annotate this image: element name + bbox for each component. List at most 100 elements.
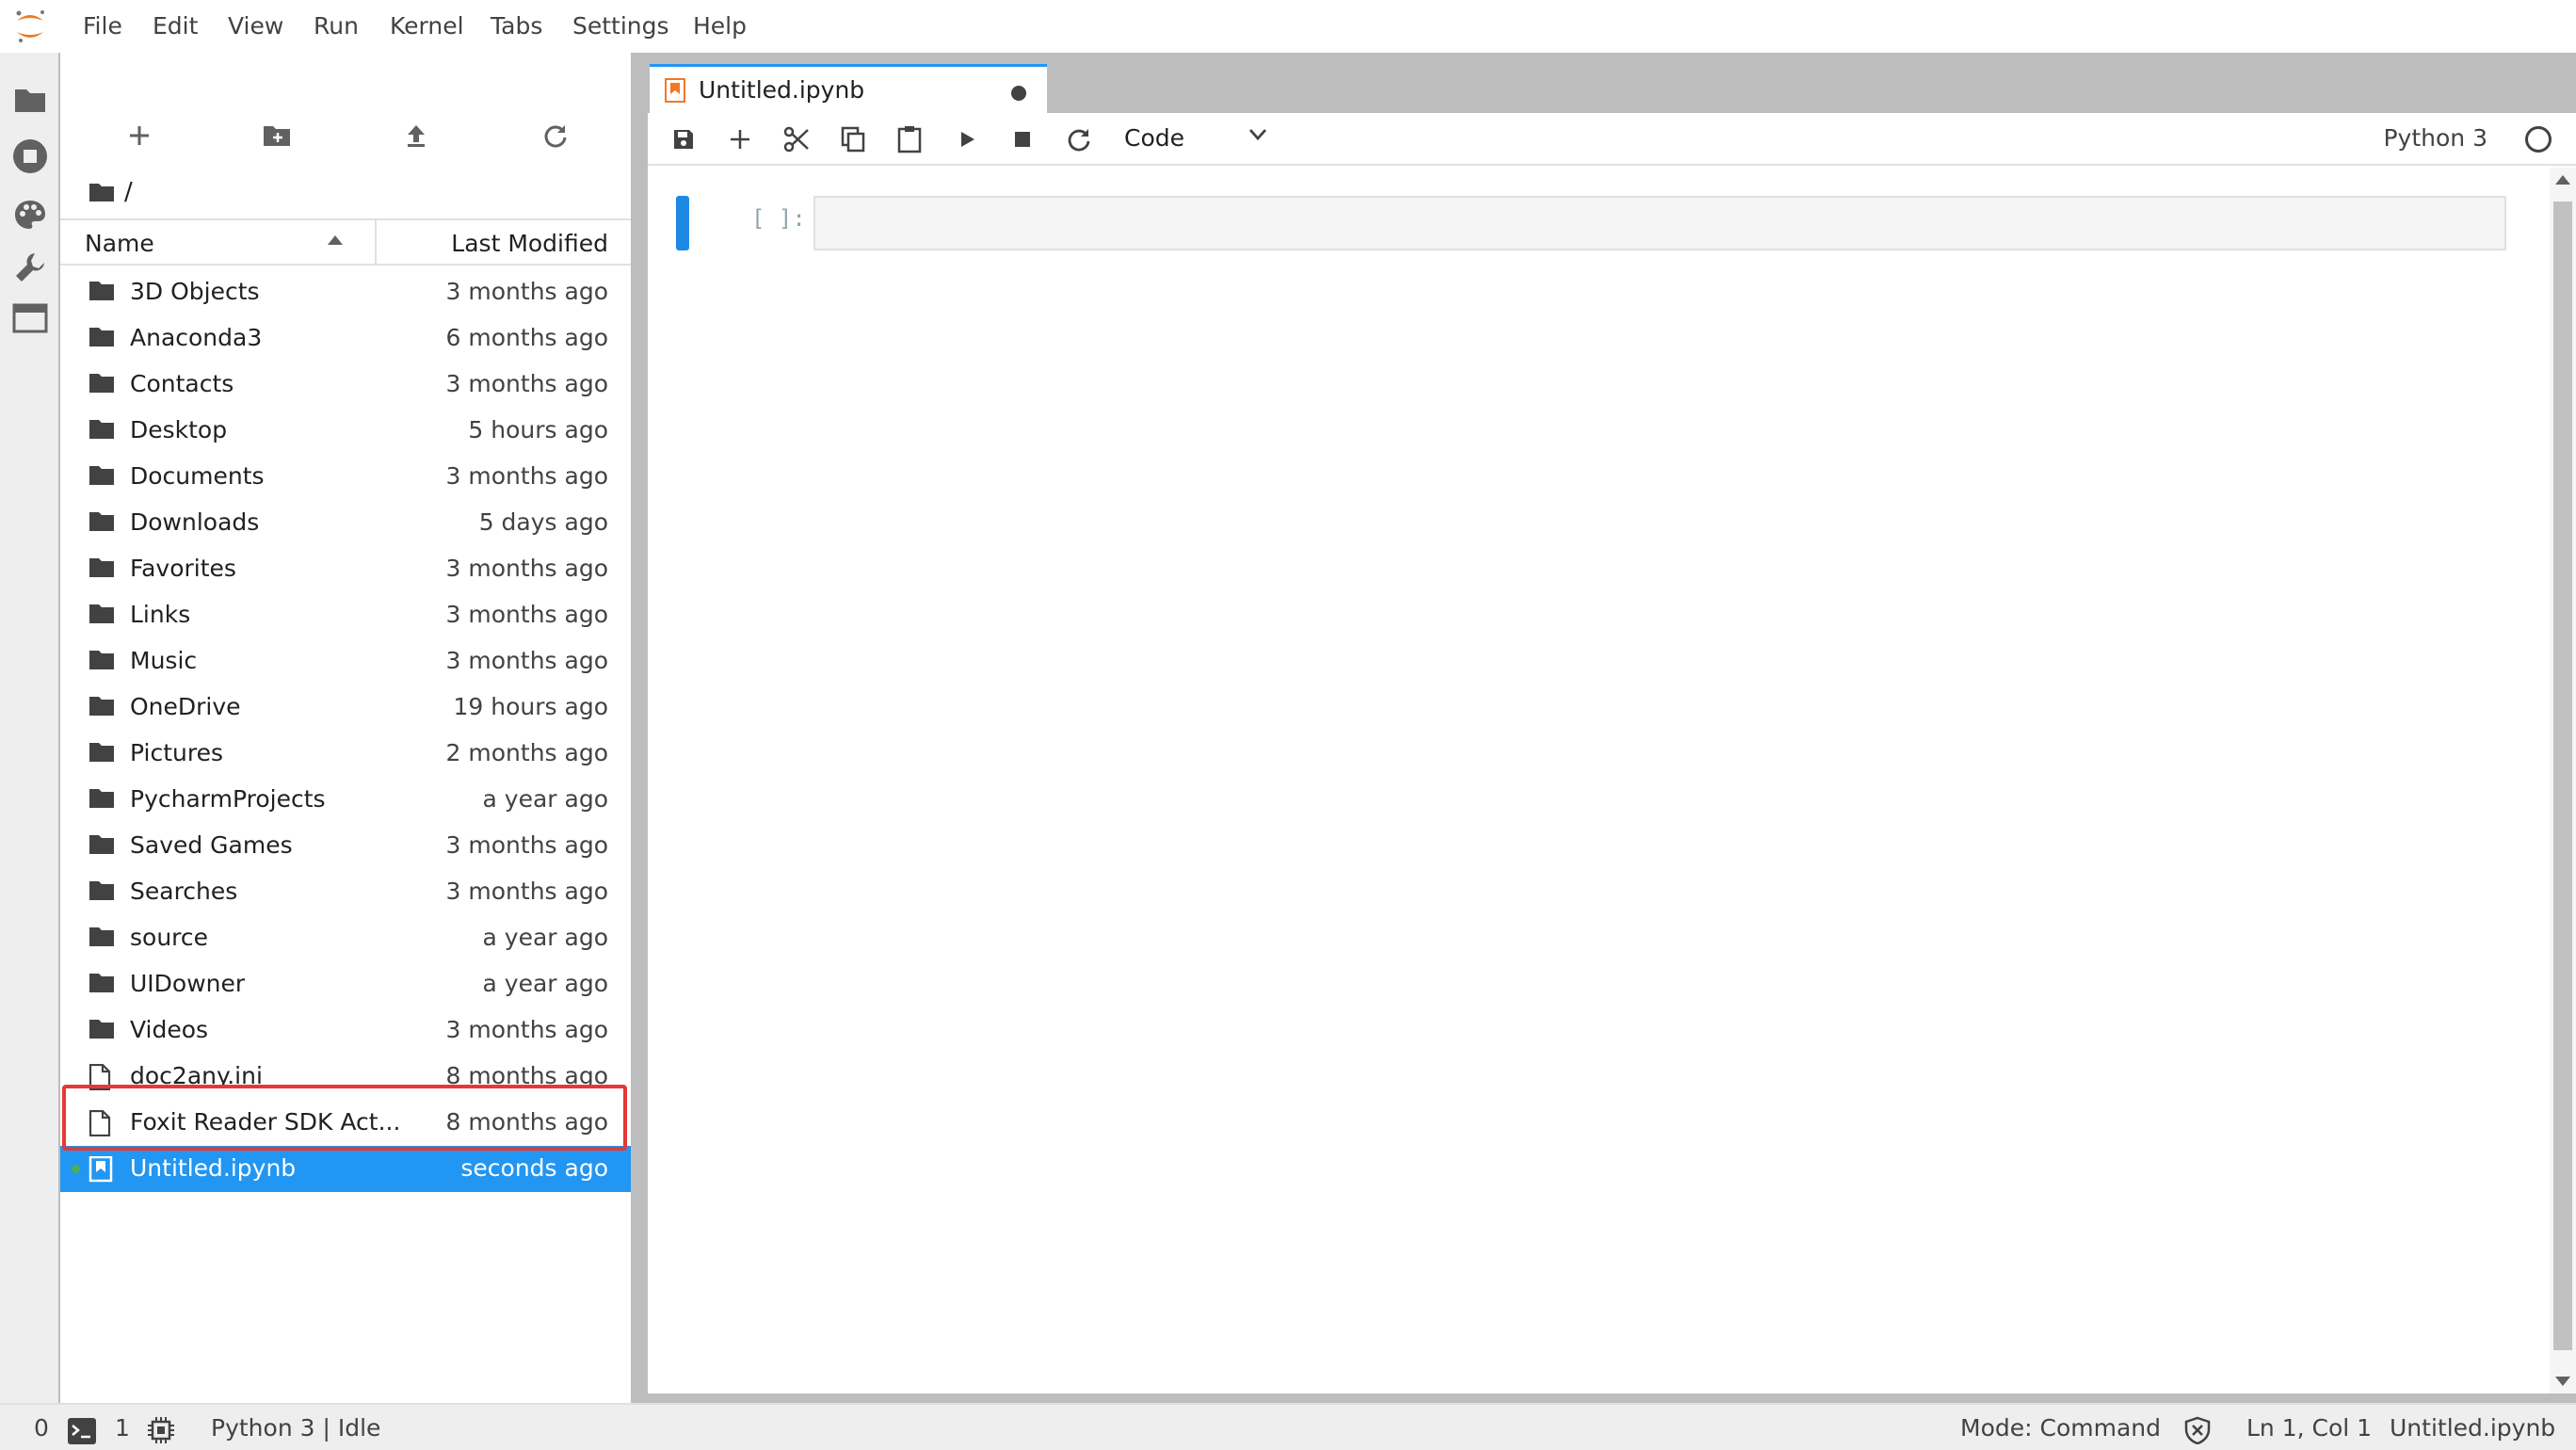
panel-splitter[interactable]: [631, 53, 646, 1403]
menu-edit[interactable]: Edit: [153, 12, 198, 40]
refresh-icon[interactable]: [537, 117, 574, 154]
folder-icon: [89, 879, 115, 904]
folder-icon: [89, 556, 115, 581]
kernel-count[interactable]: 1: [115, 1414, 130, 1442]
menu-kernel[interactable]: Kernel: [390, 12, 464, 40]
cell-collapser[interactable]: [676, 196, 689, 250]
file-list-item[interactable]: Saved Games 3 months ago: [60, 823, 631, 869]
unsaved-dot-icon[interactable]: [1011, 86, 1026, 101]
mode-indicator: Mode: Command: [1960, 1414, 2161, 1442]
menu-settings[interactable]: Settings: [572, 12, 669, 40]
file-list-item[interactable]: Anaconda3 6 months ago: [60, 315, 631, 362]
tabs-icon[interactable]: [9, 298, 51, 339]
chevron-down-icon: [1248, 128, 1267, 141]
palette-icon[interactable]: [9, 194, 51, 235]
file-name: 3D Objects: [130, 278, 260, 305]
notebook-icon: [665, 78, 685, 103]
file-modified: a year ago: [482, 970, 608, 997]
shield-icon[interactable]: [2184, 1416, 2211, 1444]
stop-icon[interactable]: [1006, 122, 1039, 156]
menu-bar: File Edit View Run Kernel Tabs Settings …: [0, 0, 2576, 53]
folder-icon: [89, 833, 115, 858]
menu-run[interactable]: Run: [314, 12, 359, 40]
kernel-status[interactable]: Python 3 | Idle: [211, 1414, 380, 1442]
column-header-name[interactable]: Name: [85, 230, 154, 257]
file-name: Favorites: [130, 555, 236, 582]
file-modified: 3 months ago: [445, 1016, 608, 1043]
tab-label: Untitled.ipynb: [699, 76, 865, 104]
file-name: UIDowner: [130, 970, 246, 997]
file-list-item[interactable]: Contacts 3 months ago: [60, 362, 631, 408]
tab-untitled-ipynb[interactable]: Untitled.ipynb: [650, 64, 1047, 113]
file-list-item[interactable]: Downloads 5 days ago: [60, 500, 631, 546]
file-list-item[interactable]: Music 3 months ago: [60, 638, 631, 685]
scroll-down-icon[interactable]: [2555, 1377, 2570, 1386]
file-list-item[interactable]: Untitled.ipynb seconds ago: [60, 1146, 631, 1192]
file-name: PycharmProjects: [130, 785, 326, 813]
file-name: Desktop: [130, 416, 228, 443]
cursor-position[interactable]: Ln 1, Col 1: [2246, 1414, 2372, 1442]
folder-icon: [89, 464, 115, 489]
terminal-count[interactable]: 0: [34, 1414, 49, 1442]
file-modified: a year ago: [482, 924, 608, 951]
wrench-icon[interactable]: [9, 247, 51, 288]
file-name: Documents: [130, 462, 265, 490]
file-name: Links: [130, 601, 191, 628]
folder-icon[interactable]: [9, 79, 51, 121]
breadcrumb-root[interactable]: /: [124, 178, 133, 206]
file-list-item[interactable]: Videos 3 months ago: [60, 1007, 631, 1054]
new-folder-icon[interactable]: [258, 117, 296, 154]
file-modified: 3 months ago: [445, 878, 608, 905]
sort-ascending-icon[interactable]: [328, 235, 343, 245]
file-list-item[interactable]: Documents 3 months ago: [60, 454, 631, 500]
running-icon[interactable]: [9, 136, 51, 177]
menu-tabs[interactable]: Tabs: [491, 12, 542, 40]
folder-icon: [89, 510, 115, 535]
folder-icon: [89, 280, 115, 304]
file-list-item[interactable]: UIDowner a year ago: [60, 961, 631, 1007]
new-launcher-icon[interactable]: [121, 117, 158, 154]
file-list-item[interactable]: Pictures 2 months ago: [60, 731, 631, 777]
copy-icon[interactable]: [836, 122, 870, 156]
cut-icon[interactable]: [780, 122, 813, 156]
cell-prompt: [ ]:: [751, 205, 806, 232]
terminal-icon[interactable]: [68, 1418, 96, 1444]
folder-icon: [89, 787, 115, 812]
file-list-item[interactable]: Links 3 months ago: [60, 592, 631, 638]
kernel-name[interactable]: Python 3: [2383, 124, 2487, 152]
file-name: Pictures: [130, 739, 223, 766]
restart-icon[interactable]: [1062, 122, 1096, 156]
file-name: Untitled.ipynb: [130, 1154, 297, 1182]
file-list-item[interactable]: 3D Objects 3 months ago: [60, 269, 631, 315]
add-cell-icon[interactable]: [723, 122, 757, 156]
file-list-item[interactable]: source a year ago: [60, 915, 631, 961]
paste-icon[interactable]: [893, 122, 926, 156]
file-list-item[interactable]: PycharmProjects a year ago: [60, 777, 631, 823]
column-separator[interactable]: [375, 220, 377, 264]
file-list-item[interactable]: OneDrive 19 hours ago: [60, 685, 631, 731]
activity-bar: [0, 53, 60, 1403]
folder-icon: [89, 926, 115, 950]
save-icon[interactable]: [667, 122, 700, 156]
menu-view[interactable]: View: [228, 12, 283, 40]
column-header-modified[interactable]: Last Modified: [451, 230, 608, 257]
file-list-item[interactable]: Searches 3 months ago: [60, 869, 631, 915]
scrollbar-thumb[interactable]: [2553, 201, 2572, 1350]
cpu-icon[interactable]: [147, 1416, 175, 1444]
file-name: source: [130, 924, 209, 951]
folder-icon: [89, 326, 115, 350]
run-icon[interactable]: [951, 122, 985, 156]
home-folder-icon[interactable]: [89, 181, 115, 203]
scroll-up-icon[interactable]: [2555, 175, 2570, 185]
upload-icon[interactable]: [397, 117, 435, 154]
file-modified: 3 months ago: [445, 555, 608, 582]
file-list-item[interactable]: Desktop 5 hours ago: [60, 408, 631, 454]
file-modified: 3 months ago: [445, 278, 608, 305]
menu-file[interactable]: File: [83, 12, 122, 40]
file-list-item[interactable]: Favorites 3 months ago: [60, 546, 631, 592]
scrollbar[interactable]: [2550, 168, 2576, 1394]
breadcrumb: /: [89, 175, 133, 209]
code-cell-editor[interactable]: [813, 196, 2506, 250]
menu-help[interactable]: Help: [693, 12, 747, 40]
file-modified: 3 months ago: [445, 370, 608, 397]
